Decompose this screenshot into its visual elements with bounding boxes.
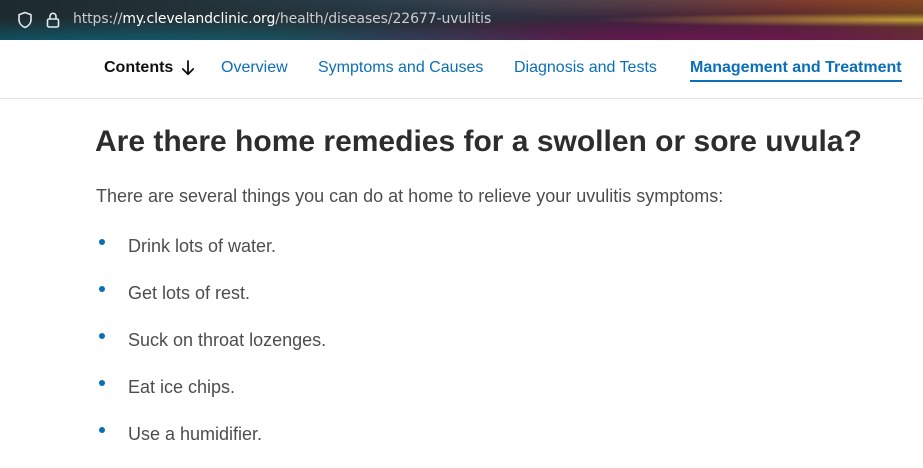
bullet-icon bbox=[99, 380, 105, 386]
list-item-text: Suck on throat lozenges. bbox=[128, 330, 327, 350]
bullet-icon bbox=[99, 239, 105, 245]
list-item: Drink lots of water. bbox=[96, 230, 326, 277]
bullet-icon bbox=[99, 427, 105, 433]
list-item: Use a humidifier. bbox=[96, 418, 326, 465]
list-item-text: Drink lots of water. bbox=[128, 236, 277, 256]
arrow-down-icon bbox=[181, 60, 195, 76]
tab-diagnosis-and-tests[interactable]: Diagnosis and Tests bbox=[514, 59, 657, 77]
url-host: my.clevelandclinic.org bbox=[122, 11, 276, 27]
url-prefix: https:// bbox=[73, 11, 123, 27]
bullet-icon bbox=[99, 333, 105, 339]
url-path: /health/diseases/22677-uvulitis bbox=[275, 11, 492, 27]
browser-address-bar[interactable]: https://my.clevelandclinic.org/health/di… bbox=[0, 0, 923, 40]
url-field[interactable]: https://my.clevelandclinic.org/health/di… bbox=[73, 11, 491, 27]
bullet-icon bbox=[99, 286, 105, 292]
shield-icon[interactable] bbox=[16, 11, 34, 29]
section-nav: Contents Overview Symptoms and Causes Di… bbox=[0, 40, 923, 99]
lock-icon[interactable] bbox=[44, 11, 62, 29]
list-item: Eat ice chips. bbox=[96, 371, 326, 418]
contents-label: Contents bbox=[104, 59, 174, 76]
tab-overview[interactable]: Overview bbox=[221, 59, 288, 77]
tab-management-and-treatment[interactable]: Management and Treatment bbox=[690, 59, 902, 82]
list-item: Suck on throat lozenges. bbox=[96, 324, 326, 371]
list-item-text: Get lots of rest. bbox=[128, 283, 251, 303]
list-item-text: Use a humidifier. bbox=[128, 424, 263, 444]
list-item: Get lots of rest. bbox=[96, 277, 326, 324]
tab-symptoms-and-causes[interactable]: Symptoms and Causes bbox=[318, 59, 483, 77]
section-heading: Are there home remedies for a swollen or… bbox=[95, 125, 862, 158]
list-item-text: Eat ice chips. bbox=[128, 377, 236, 397]
remedies-list: Drink lots of water. Get lots of rest. S… bbox=[96, 230, 326, 465]
contents-button[interactable]: Contents bbox=[104, 59, 195, 77]
intro-text: There are several things you can do at h… bbox=[96, 186, 724, 206]
